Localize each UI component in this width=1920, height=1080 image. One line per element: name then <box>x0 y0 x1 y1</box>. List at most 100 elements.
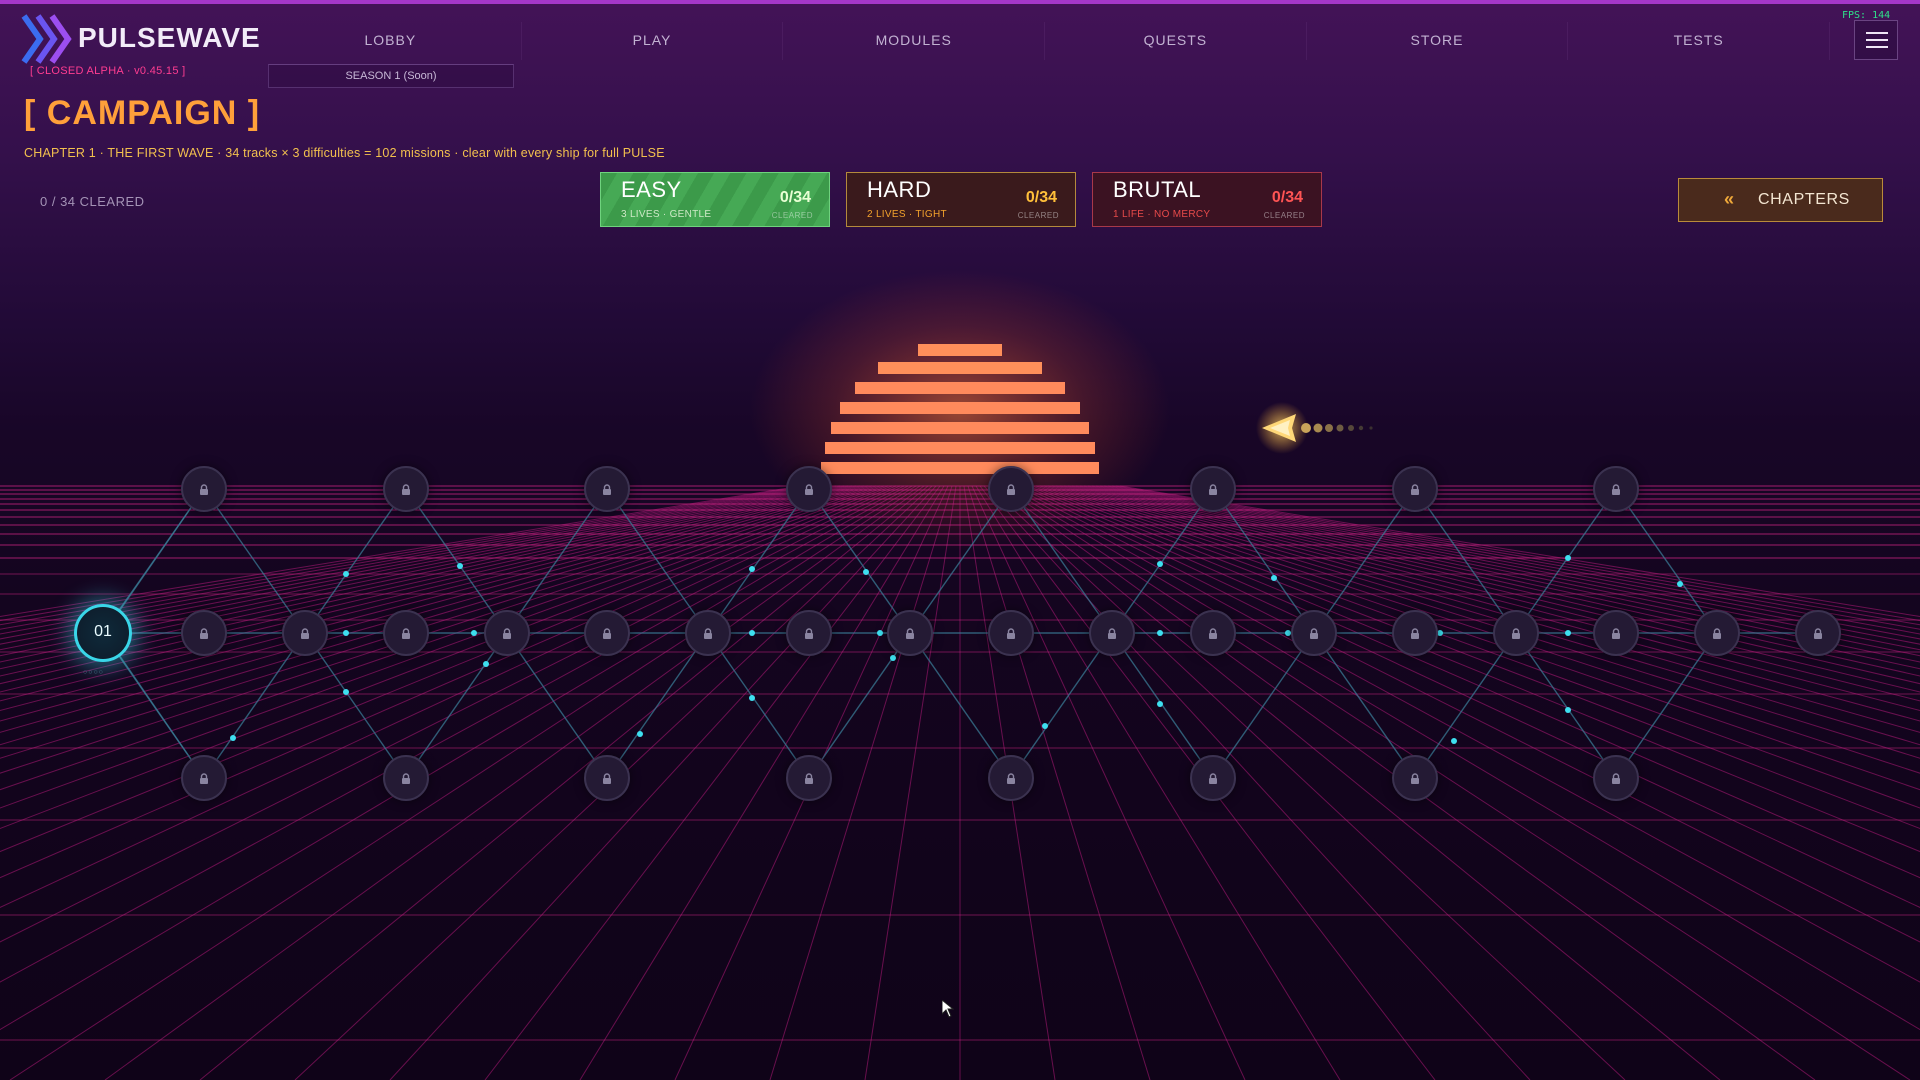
mission-node-locked[interactable] <box>786 755 832 801</box>
mission-node-locked[interactable] <box>1593 755 1639 801</box>
cleared-counter: 0 / 34 CLEARED <box>40 194 145 209</box>
mission-node-locked[interactable] <box>383 755 429 801</box>
lock-icon <box>602 772 612 784</box>
mission-node-locked[interactable] <box>1190 466 1236 512</box>
mission-node-locked[interactable] <box>1190 610 1236 656</box>
sun-bar <box>825 442 1095 454</box>
lock-icon <box>1006 772 1016 784</box>
sun-bar <box>831 422 1089 434</box>
mission-node-locked[interactable] <box>181 466 227 512</box>
waypoint-dot <box>637 731 643 737</box>
lock-icon <box>1309 627 1319 639</box>
sun-bar <box>918 344 1002 356</box>
lock-icon <box>1208 772 1218 784</box>
brand-title: PULSEWAVE <box>78 22 261 53</box>
mission-node-locked[interactable] <box>1392 755 1438 801</box>
lock-icon <box>199 627 209 639</box>
waypoint-dot <box>343 630 349 636</box>
mission-node-locked[interactable] <box>1593 466 1639 512</box>
waypoint-dot <box>343 571 349 577</box>
mission-node-locked[interactable] <box>383 610 429 656</box>
lock-icon <box>1208 627 1218 639</box>
mission-node-locked[interactable] <box>988 755 1034 801</box>
mission-node-locked[interactable] <box>887 610 933 656</box>
difficulty-description: 2 LIVES · TIGHT <box>867 209 947 220</box>
waypoint-dot <box>1451 738 1457 744</box>
waypoint-dot <box>749 566 755 572</box>
lock-icon <box>804 627 814 639</box>
mission-node-locked[interactable] <box>685 610 731 656</box>
mission-node-locked[interactable] <box>383 466 429 512</box>
mission-node-locked[interactable] <box>1089 610 1135 656</box>
synthwave-background <box>0 270 1920 1080</box>
lock-icon <box>804 772 814 784</box>
lock-icon <box>1611 483 1621 495</box>
difficulty-cleared-label: CLEARED <box>1017 211 1059 220</box>
season-tab[interactable]: SEASON 1 (Soon) <box>268 64 514 88</box>
mission-node-locked[interactable] <box>584 755 630 801</box>
mission-node-locked[interactable] <box>988 466 1034 512</box>
nav-store[interactable]: STORE <box>1307 22 1569 60</box>
lock-icon <box>1611 627 1621 639</box>
main-nav: LOBBY PLAY MODULES QUESTS STORE TESTS <box>260 22 1831 60</box>
sun-bar <box>878 362 1042 374</box>
menu-button[interactable] <box>1854 20 1898 60</box>
waypoint-dot <box>890 655 896 661</box>
difficulty-name: HARD <box>867 177 932 202</box>
mission-node-locked[interactable] <box>181 755 227 801</box>
pulsewave-logo-icon <box>21 14 72 64</box>
lock-icon <box>1410 772 1420 784</box>
difficulty-brutal-button[interactable]: BRUTAL 1 LIFE · NO MERCY 0/34 CLEARED <box>1092 172 1322 227</box>
waypoint-dot <box>457 563 463 569</box>
waypoint-dot <box>483 661 489 667</box>
mission-node-locked[interactable] <box>584 610 630 656</box>
mission-node-locked[interactable] <box>181 610 227 656</box>
mission-node-locked[interactable] <box>1694 610 1740 656</box>
nav-quests[interactable]: QUESTS <box>1045 22 1307 60</box>
nav-lobby[interactable]: LOBBY <box>260 22 522 60</box>
mission-node-locked[interactable] <box>584 466 630 512</box>
difficulty-hard-button[interactable]: HARD 2 LIVES · TIGHT 0/34 CLEARED <box>846 172 1076 227</box>
mission-node-01[interactable]: 01 <box>74 604 132 662</box>
mission-node-locked[interactable] <box>1291 610 1337 656</box>
mission-node-locked[interactable] <box>1593 610 1639 656</box>
difficulty-description: 3 LIVES · GENTLE <box>621 209 712 220</box>
waypoint-dot <box>1565 630 1571 636</box>
mission-node-locked[interactable] <box>1392 610 1438 656</box>
difficulty-progress: 0/34 <box>779 189 811 206</box>
waypoint-dot <box>230 735 236 741</box>
mission-node-locked[interactable] <box>1795 610 1841 656</box>
difficulty-name: BRUTAL <box>1113 177 1202 202</box>
nav-tests[interactable]: TESTS <box>1568 22 1831 60</box>
difficulty-cleared-label: CLEARED <box>771 211 813 220</box>
mission-stars: ○○○○ <box>83 669 104 676</box>
nav-modules[interactable]: MODULES <box>783 22 1046 60</box>
mission-node-locked[interactable] <box>1493 610 1539 656</box>
sun-bar <box>840 402 1080 414</box>
lock-icon <box>703 627 713 639</box>
waypoint-dot <box>1157 701 1163 707</box>
lock-icon <box>1208 483 1218 495</box>
lock-icon <box>401 483 411 495</box>
lock-icon <box>1006 483 1016 495</box>
sun-bar <box>855 382 1065 394</box>
nav-play[interactable]: PLAY <box>522 22 784 60</box>
difficulty-description: 1 LIFE · NO MERCY <box>1113 209 1211 220</box>
chapters-button[interactable]: « CHAPTERS <box>1678 178 1883 222</box>
lock-icon <box>1511 627 1521 639</box>
difficulty-easy-button[interactable]: EASY 3 LIVES · GENTLE 0/34 CLEARED <box>600 172 830 227</box>
waypoint-dot <box>1157 561 1163 567</box>
waypoint-dot <box>1565 555 1571 561</box>
mission-node-locked[interactable] <box>1190 755 1236 801</box>
mission-node-locked[interactable] <box>786 466 832 512</box>
lock-icon <box>1611 772 1621 784</box>
waypoint-dot <box>1677 581 1683 587</box>
lock-icon <box>602 627 612 639</box>
mission-node-locked[interactable] <box>786 610 832 656</box>
mission-node-locked[interactable] <box>484 610 530 656</box>
mission-node-locked[interactable] <box>1392 466 1438 512</box>
lock-icon <box>300 627 310 639</box>
mission-node-locked[interactable] <box>282 610 328 656</box>
waypoint-dot <box>1565 707 1571 713</box>
mission-node-locked[interactable] <box>988 610 1034 656</box>
